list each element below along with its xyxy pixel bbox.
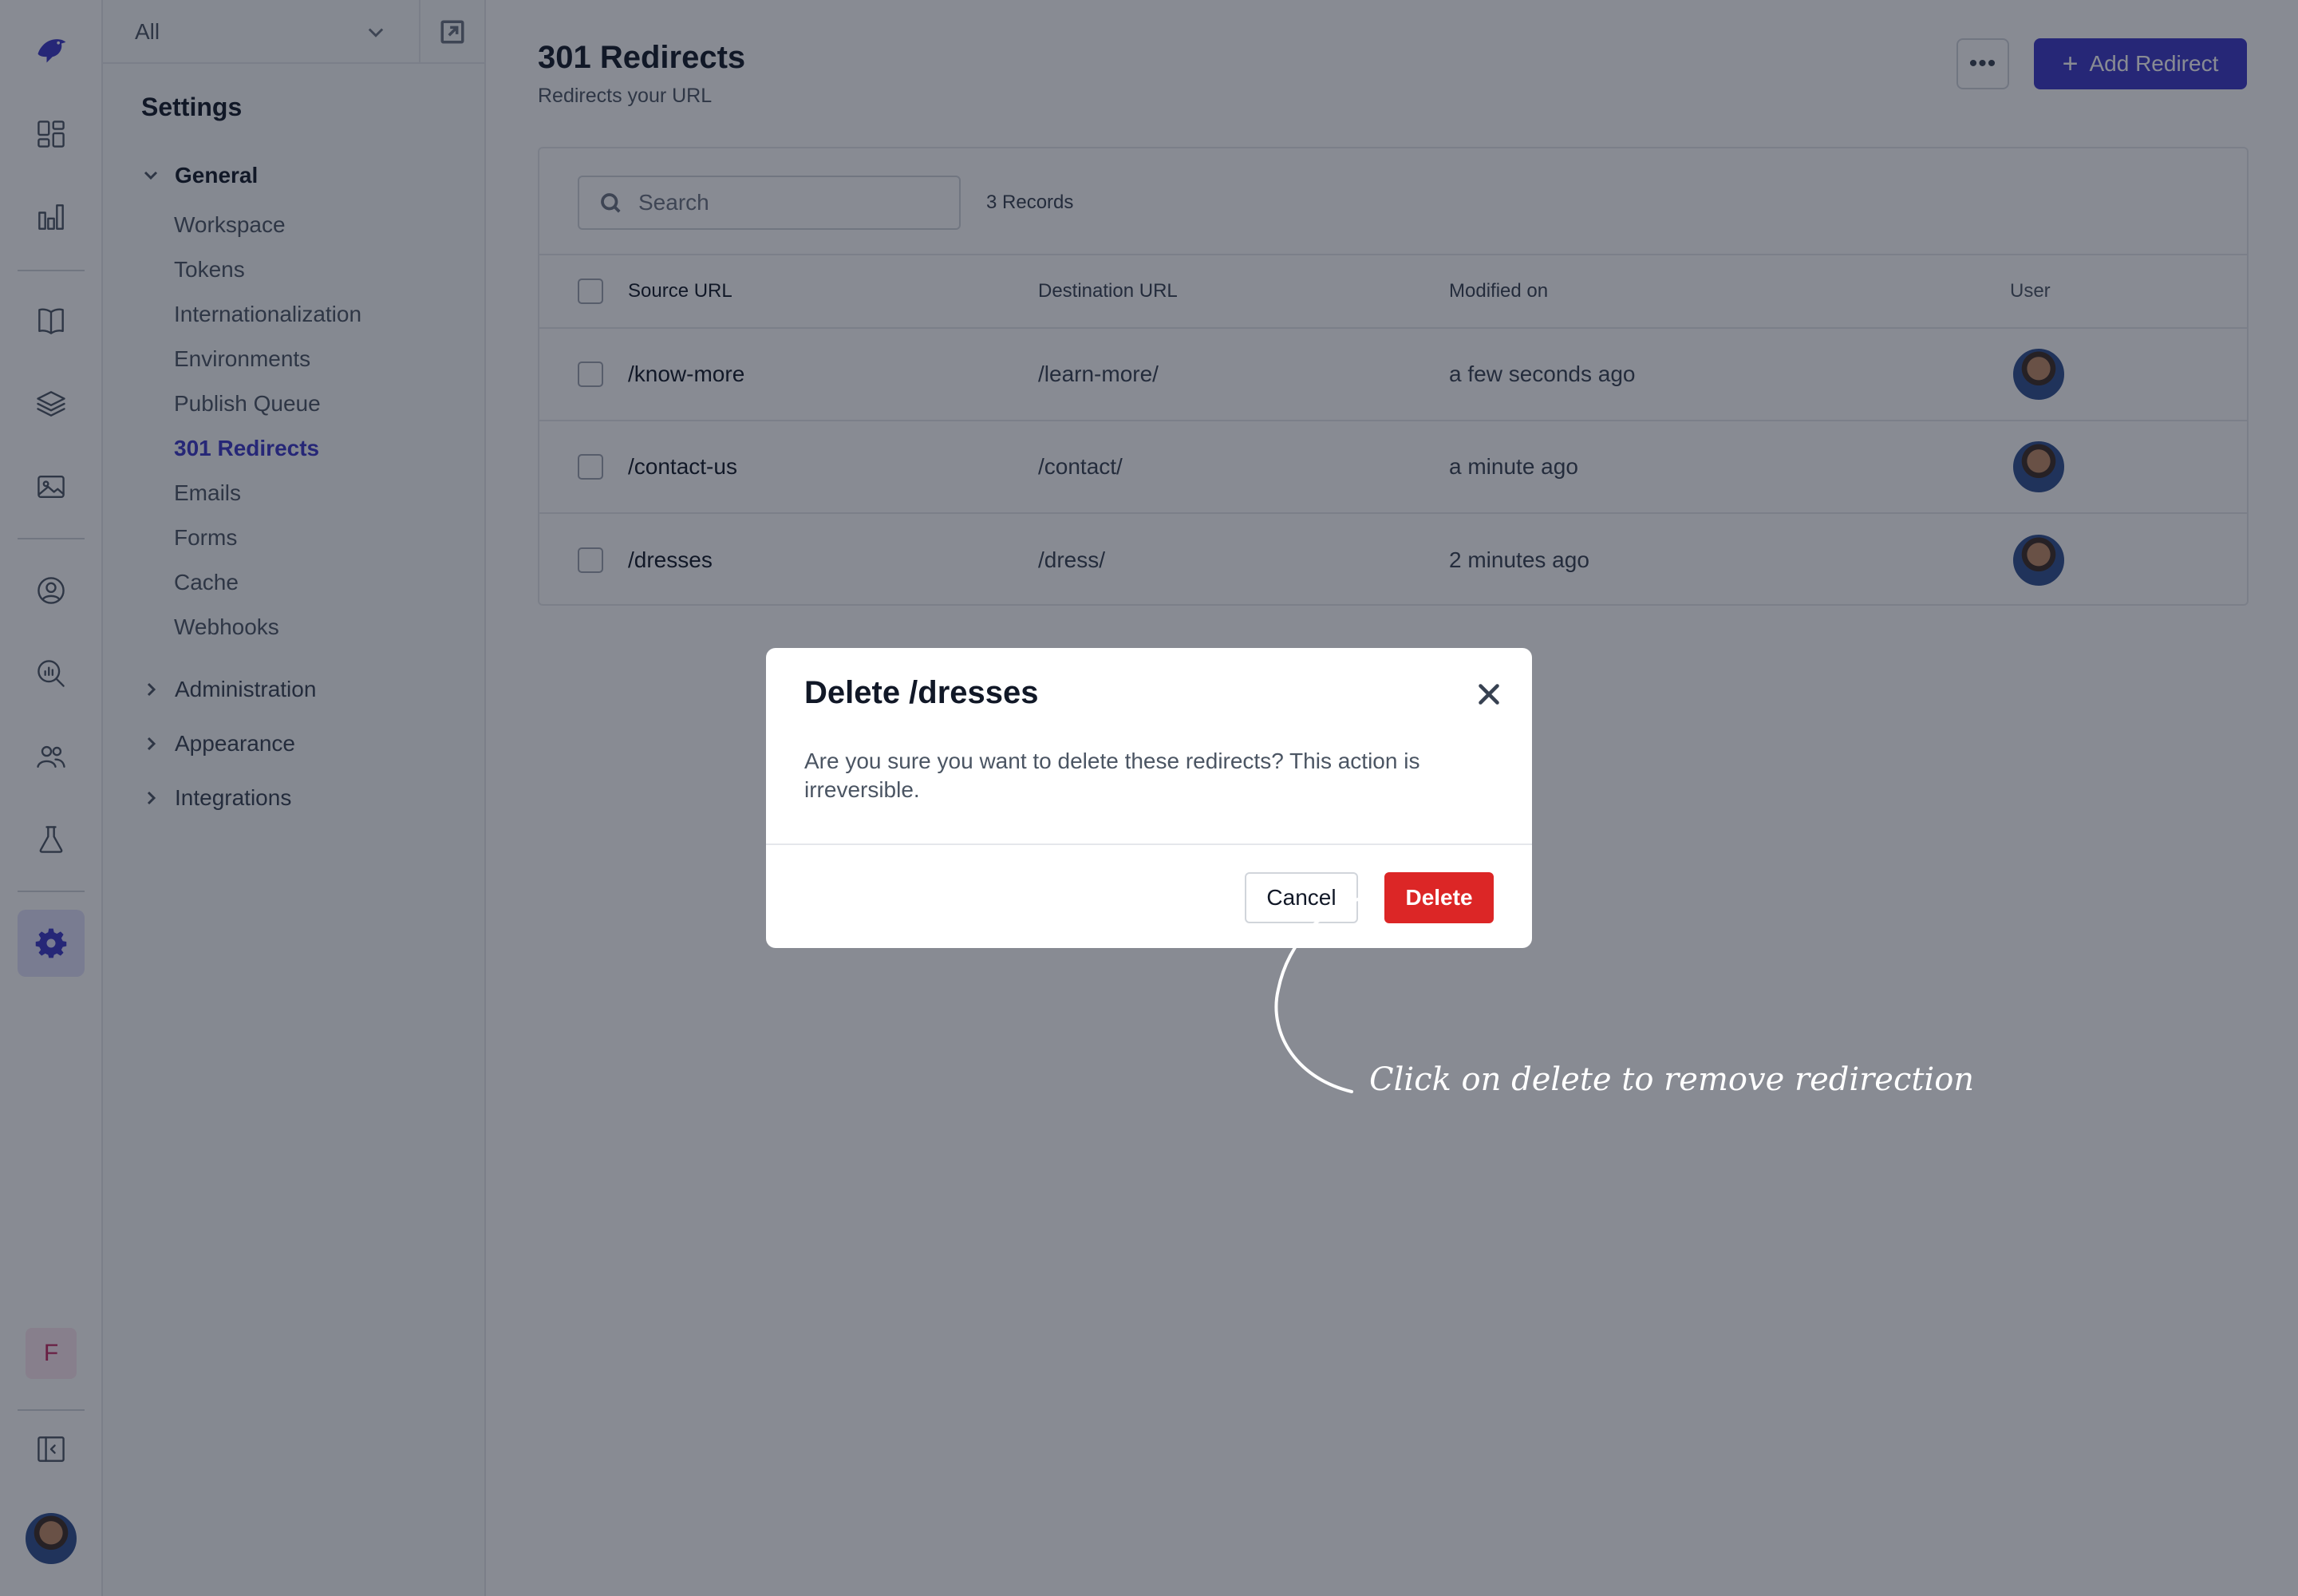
close-button[interactable] [1471,677,1506,712]
annotation-text: Click on delete to remove redirection [1369,1061,1975,1098]
dialog-title: Delete /dresses [804,675,1039,710]
close-icon [1479,684,1499,705]
dialog-footer: Cancel Delete [766,843,1532,948]
delete-button[interactable]: Delete [1384,872,1494,923]
dialog-message: Are you sure you want to delete these re… [804,749,1420,802]
delete-confirm-dialog: Delete /dresses Are you sure you want to… [766,648,1532,948]
